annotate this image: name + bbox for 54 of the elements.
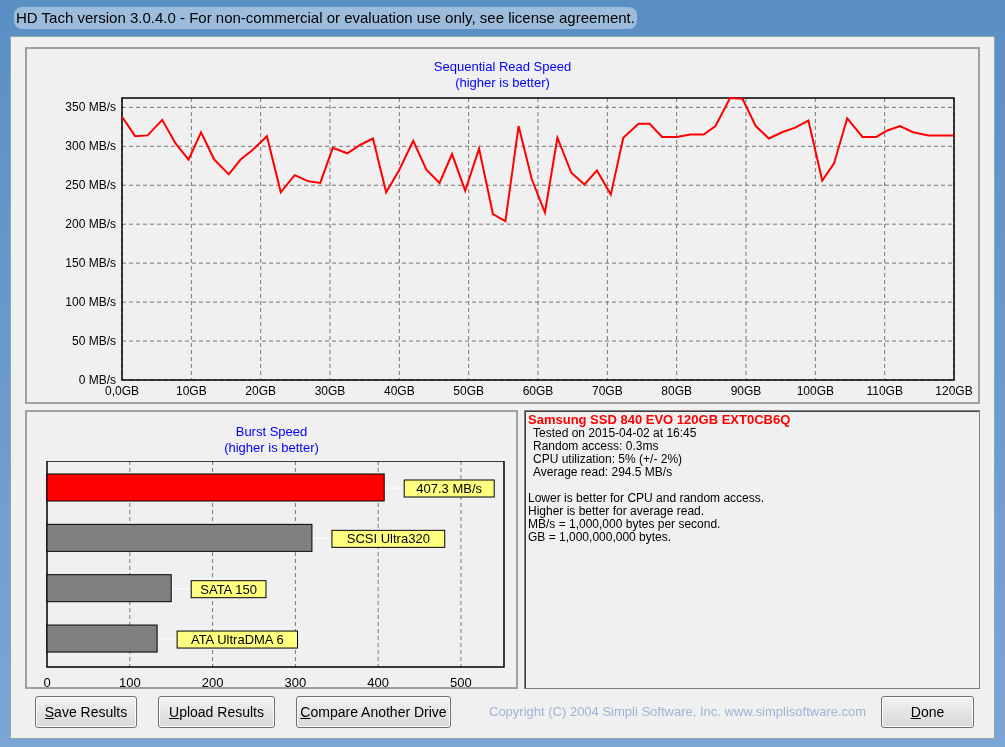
action-button[interactable]: Compare Another Drive bbox=[296, 696, 451, 728]
bar-label: 407.3 MB/s bbox=[403, 479, 495, 498]
x-axis-label: 110GB bbox=[866, 384, 903, 398]
y-axis-label: 350 MB/s bbox=[65, 100, 116, 115]
chart-subtitle: (higher is better) bbox=[455, 75, 550, 91]
x-axis-label: 300 bbox=[284, 674, 307, 687]
note-line: Higher is better for average read. bbox=[528, 505, 706, 518]
y-tick-label: 407.3 MB/s bbox=[416, 480, 483, 496]
action-button[interactable]: Done bbox=[881, 696, 974, 728]
action-button[interactable]: Upload Results bbox=[158, 696, 275, 728]
bar-label: SCSI Ultra320 bbox=[331, 529, 446, 548]
result-line: Tested on 2015-04-02 at 16:45 bbox=[533, 427, 698, 440]
y-axis-label: 100 MB/s bbox=[65, 295, 116, 310]
result-line: Random access: 0.3ms bbox=[532, 440, 660, 453]
y-axis-label: 50 MB/s bbox=[72, 334, 116, 349]
y-axis-label: 300 MB/s bbox=[65, 139, 116, 154]
x-axis-label: 120GB bbox=[935, 384, 973, 398]
x-axis-label: 50GB bbox=[453, 384, 484, 398]
x-axis-label: 40GB bbox=[384, 384, 415, 398]
x-axis-label: 100 bbox=[118, 674, 141, 687]
chart-subtitle: (higher is better) bbox=[224, 440, 319, 456]
x-axis-label: 10GB bbox=[176, 384, 207, 398]
result-line: Average read: 294.5 MB/s bbox=[532, 466, 673, 479]
y-axis-label: 200 MB/s bbox=[65, 217, 116, 232]
x-axis-label: 100GB bbox=[796, 384, 834, 398]
result-line: CPU utilization: 5% (+/- 2%) bbox=[532, 453, 684, 466]
note-line: Lower is better for CPU and random access. bbox=[528, 492, 766, 505]
y-tick-label: SATA 150 bbox=[200, 581, 257, 597]
x-axis-label: 70GB bbox=[592, 384, 623, 398]
x-axis-label: 200 bbox=[201, 674, 224, 687]
y-tick-label: ATA UltraDMA 6 bbox=[190, 631, 284, 647]
x-axis-label: 400 bbox=[367, 674, 389, 687]
x-axis-label: 30GB bbox=[314, 384, 346, 398]
x-axis-label: 0,0GB bbox=[105, 384, 139, 398]
chart-title: Sequential Read Speed bbox=[433, 59, 572, 75]
bar-label: SATA 150 bbox=[190, 579, 267, 598]
x-axis-label: 60GB bbox=[522, 384, 554, 398]
action-button[interactable]: Save Results bbox=[35, 696, 137, 728]
note-line: MB/s = 1,000,000 bytes per second. bbox=[528, 518, 722, 531]
copyright-text: Copyright (C) 2004 Simpli Software, Inc. www.simplisoftware.com bbox=[489, 703, 867, 722]
x-axis-label: 80GB bbox=[661, 384, 692, 398]
drive-name: Samsung SSD 840 EVO 120GB EXT0CB6Q bbox=[528, 413, 792, 427]
y-tick-label: SCSI Ultra320 bbox=[346, 531, 430, 547]
x-axis-label: 90GB bbox=[730, 384, 762, 398]
chart-title: Burst Speed bbox=[235, 424, 308, 440]
note-line: GB = 1,000,000,000 bytes. bbox=[528, 531, 672, 544]
y-axis-label: 0 MB/s bbox=[78, 373, 116, 387]
x-axis-label: 500 bbox=[450, 674, 472, 687]
x-axis-label: 0 bbox=[43, 674, 51, 687]
y-axis-label: 150 MB/s bbox=[65, 256, 116, 271]
window-title: HD Tach version 3.0.4.0 - For non-commercial or evaluation use only, see license agreement. bbox=[14, 6, 637, 30]
x-axis-label: 20GB bbox=[245, 384, 276, 398]
y-axis-label: 250 MB/s bbox=[65, 178, 116, 193]
bar-label: ATA UltraDMA 6 bbox=[176, 630, 298, 649]
